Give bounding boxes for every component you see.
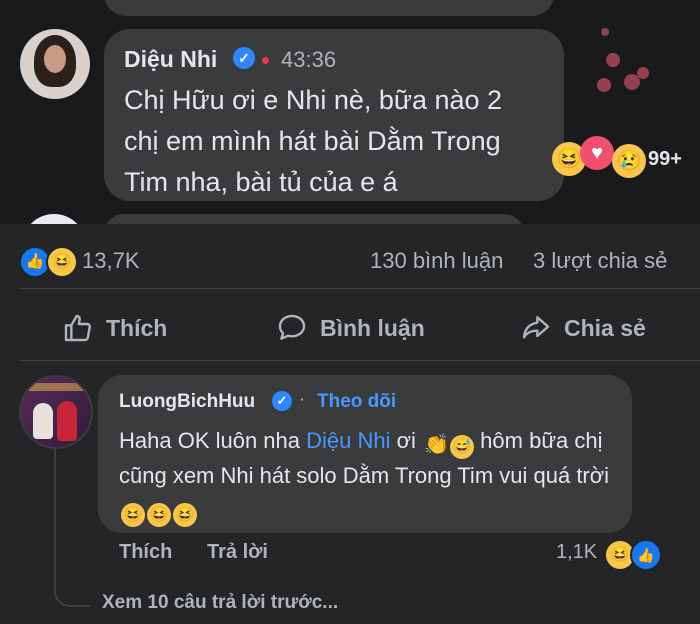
share-label: Chia sẻ xyxy=(564,314,646,341)
verified-icon: ✓ xyxy=(272,391,292,411)
comment-text: Haha OK luôn nha Diệu Nhi ơi 👏 😅 hôm bữa … xyxy=(119,424,619,527)
clapping-hands-icon: 👏 xyxy=(424,434,449,456)
comment-reaction-count[interactable]: 1,1K xyxy=(556,541,597,564)
thumbs-up-icon xyxy=(64,314,91,342)
like-button[interactable]: Thích xyxy=(62,306,167,350)
live-comment-text: Chị Hữu ơi e Nhi nè, bữa nào 2 chị em mì… xyxy=(124,85,503,197)
verified-icon: ✓ xyxy=(233,47,255,69)
previous-comment-bubble xyxy=(104,0,554,16)
laughing-face-icon: 😆 xyxy=(173,503,197,527)
haha-reaction-icon: 😆 xyxy=(46,246,78,278)
post-action-bar: Thích Bình luận Chia sẻ xyxy=(0,300,700,356)
live-commenter-name[interactable]: Diệu Nhi xyxy=(124,46,217,73)
laughing-face-icon: 😆 xyxy=(147,503,171,527)
like-label: Thích xyxy=(106,314,168,341)
floating-heart-icon xyxy=(597,78,611,92)
grinning-sweat-icon: 😅 xyxy=(450,435,475,459)
reaction-total[interactable]: 13,7K xyxy=(82,248,140,274)
commenter-name[interactable]: LuongBichHuu xyxy=(119,391,255,413)
divider xyxy=(20,288,700,289)
comment-label: Bình luận xyxy=(320,314,425,341)
speech-bubble-icon xyxy=(278,314,306,340)
floating-heart-icon xyxy=(606,53,620,67)
comment-count[interactable]: 130 bình luận xyxy=(370,248,503,274)
sad-reaction-icon: 😢 xyxy=(612,144,646,178)
next-commenter-avatar xyxy=(22,214,86,224)
post-stats: 👍 😆 13,7K 130 bình luận 3 lượt chia sẻ xyxy=(0,238,700,284)
floating-heart-icon xyxy=(637,67,649,79)
share-arrow-icon xyxy=(522,316,550,339)
live-reaction-count: 99+ xyxy=(648,148,682,170)
comment-button[interactable]: Bình luận xyxy=(276,306,425,350)
live-indicator-dot xyxy=(262,57,269,64)
separator-dot: · xyxy=(299,389,306,410)
next-comment-bubble xyxy=(104,214,524,224)
reply-thread-line xyxy=(54,445,90,607)
share-button[interactable]: Chia sẻ xyxy=(520,306,646,350)
comment-reply-button[interactable]: Trả lời xyxy=(207,541,268,564)
divider xyxy=(20,360,700,361)
live-commenter-avatar[interactable] xyxy=(20,29,90,99)
floating-heart-icon xyxy=(601,28,609,36)
follow-button[interactable]: Theo dõi xyxy=(317,391,396,413)
like-reaction-icon: 👍 xyxy=(630,539,662,571)
view-previous-replies-link[interactable]: Xem 10 câu trả lời trước... xyxy=(102,592,338,614)
live-video-area: Diệu Nhi ✓ 43:36 Chị Hữu ơi e Nhi nè, bữ… xyxy=(0,0,700,224)
comment-text-part: ơi xyxy=(390,428,423,453)
mention-link[interactable]: Diệu Nhi xyxy=(306,428,390,453)
live-comment-time: 43:36 xyxy=(281,47,337,72)
share-count[interactable]: 3 lượt chia sẻ xyxy=(533,248,667,274)
commenter-avatar[interactable] xyxy=(19,375,93,449)
love-reaction-icon: ♥ xyxy=(580,136,614,170)
comment-like-button[interactable]: Thích xyxy=(119,541,172,564)
laughing-face-icon: 😆 xyxy=(121,503,145,527)
live-reactions[interactable]: 😆 ♥ 😢 99+ xyxy=(552,136,700,180)
comment-text-part: Haha OK luôn nha xyxy=(119,428,307,453)
